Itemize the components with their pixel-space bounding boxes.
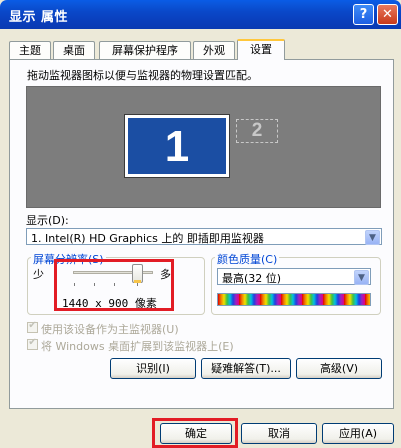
color-quality-select[interactable]: 最高(32 位) ▼ <box>217 268 371 285</box>
checkmark-icon: ✔ <box>28 337 37 348</box>
tab-screensaver[interactable]: 屏幕保护程序 <box>99 41 191 59</box>
chevron-down-icon: ▼ <box>369 233 376 243</box>
display-select-arrow[interactable]: ▼ <box>365 230 380 245</box>
display-select[interactable]: 1. Intel(R) HD Graphics 上的 即插即用监视器 ▼ <box>26 228 382 245</box>
tab-settings[interactable]: 设置 <box>237 39 285 60</box>
help-icon: ? <box>359 7 368 22</box>
close-button[interactable]: ✕ <box>377 4 398 25</box>
instruction-text: 拖动监视器图标以便与监视器的物理设置匹配。 <box>27 69 258 82</box>
identify-button[interactable]: 识别(I) <box>110 358 196 379</box>
resolution-less-label: 少 <box>33 268 44 281</box>
advanced-button[interactable]: 高级(V) <box>296 358 382 379</box>
color-quality-title: 颜色质量(C) <box>215 251 280 267</box>
display-select-value: 1. Intel(R) HD Graphics 上的 即插即用监视器 <box>31 232 264 245</box>
color-quality-value: 最高(32 位) <box>222 272 282 285</box>
monitor-1-number: 1 <box>164 122 190 171</box>
tab-appearance[interactable]: 外观 <box>193 41 235 59</box>
monitor-2-number: 2 <box>251 120 263 141</box>
cancel-button[interactable]: 取消 <box>241 423 317 444</box>
tab-desktop[interactable]: 桌面 <box>53 41 95 59</box>
monitor-2-icon[interactable]: 2 <box>236 119 278 143</box>
checkmark-icon: ✔ <box>28 320 37 331</box>
apply-button[interactable]: 应用(A) <box>322 423 394 444</box>
ok-highlight-box <box>152 418 238 448</box>
color-quality-select-arrow[interactable]: ▼ <box>354 270 369 285</box>
color-spectrum-bar <box>217 293 371 306</box>
primary-monitor-label: 使用该设备作为主监视器(U) <box>41 323 179 336</box>
monitor-arrangement-area[interactable]: 1 2 <box>26 86 381 208</box>
monitor-1-icon[interactable]: 1 <box>124 114 230 178</box>
window-title: 显示 属性 <box>9 10 69 25</box>
extend-desktop-label: 将 Windows 桌面扩展到该监视器上(E) <box>41 340 234 353</box>
help-button[interactable]: ? <box>353 4 374 25</box>
tab-theme[interactable]: 主题 <box>9 41 51 59</box>
troubleshoot-button[interactable]: 疑难解答(T)... <box>201 358 291 379</box>
close-icon: ✕ <box>382 7 393 22</box>
primary-monitor-checkbox[interactable]: ✔ <box>27 320 38 333</box>
display-properties-window: 显示 属性 ? ✕ 主题 桌面 屏幕保护程序 外观 设置 拖动监视器图标以便与监… <box>0 0 401 448</box>
extend-desktop-checkbox[interactable]: ✔ <box>27 337 38 350</box>
resolution-highlight-box <box>54 259 174 311</box>
chevron-down-icon: ▼ <box>358 273 365 283</box>
display-label: 显示(D): <box>26 214 69 227</box>
title-bar[interactable]: 显示 属性 ? ✕ <box>0 0 401 29</box>
